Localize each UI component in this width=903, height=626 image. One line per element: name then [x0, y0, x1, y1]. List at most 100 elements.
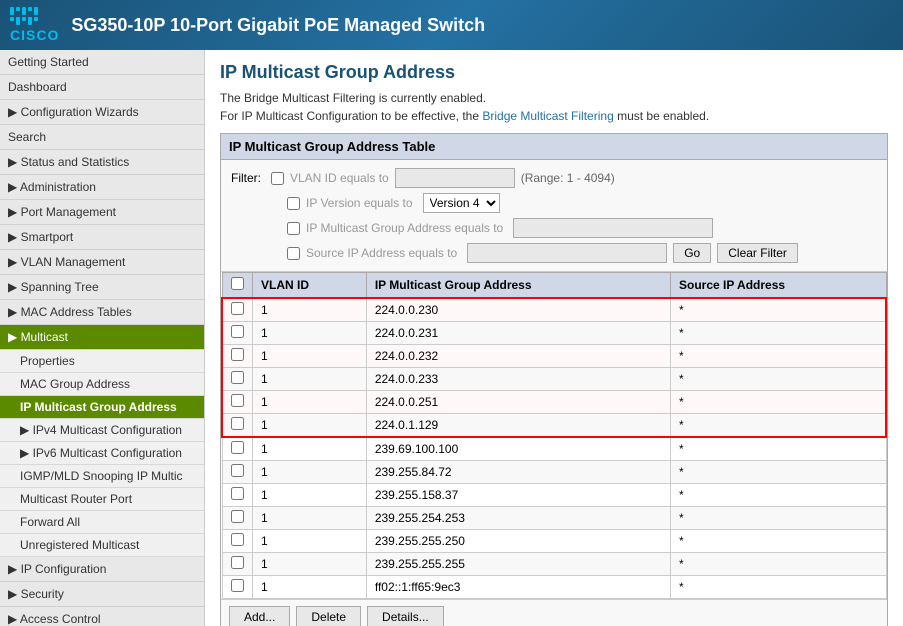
sidebar-item-properties[interactable]: Properties [0, 350, 204, 373]
row-checkbox-cell [222, 345, 253, 368]
row-vlan-id: 1 [253, 414, 367, 438]
sidebar-item-unregistered-multicast[interactable]: Unregistered Multicast [0, 534, 204, 557]
row-checkbox[interactable] [231, 464, 244, 477]
sidebar-item-port-management[interactable]: ▶ Port Management [0, 200, 204, 225]
sidebar-item-administration[interactable]: ▶ Administration [0, 175, 204, 200]
sidebar-item-vlan-management[interactable]: ▶ VLAN Management [0, 250, 204, 275]
ip-version-select[interactable]: Version 4 Version 6 [423, 193, 500, 213]
row-checkbox[interactable] [231, 441, 244, 454]
table-row: 1 239.255.158.37 * [222, 484, 886, 507]
info-pre: For IP Multicast Configuration to be eff… [220, 109, 482, 123]
row-checkbox[interactable] [231, 371, 244, 384]
row-checkbox[interactable] [231, 394, 244, 407]
row-source-ip: * [671, 484, 886, 507]
row-checkbox[interactable] [231, 487, 244, 500]
sidebar-item-ipv6-multicast-config[interactable]: ▶ IPv6 Multicast Configuration [0, 442, 204, 465]
logo-bar [16, 17, 20, 25]
header: CISCO SG350-10P 10-Port Gigabit PoE Mana… [0, 0, 903, 50]
logo-bar [22, 17, 26, 21]
sidebar-item-access-control[interactable]: ▶ Access Control [0, 607, 204, 626]
logo-bar [16, 7, 20, 11]
logo-bar [28, 7, 32, 11]
row-checkbox-cell [222, 391, 253, 414]
row-checkbox[interactable] [231, 556, 244, 569]
row-checkbox[interactable] [231, 348, 244, 361]
cisco-text: CISCO [10, 27, 59, 43]
row-ip-multicast: 239.69.100.100 [366, 437, 670, 461]
go-button[interactable]: Go [673, 243, 711, 263]
header-title: SG350-10P 10-Port Gigabit PoE Managed Sw… [71, 15, 485, 36]
table-row: 1 224.0.0.233 * [222, 368, 886, 391]
info-post: must be enabled. [614, 109, 709, 123]
sidebar-item-multicast-router-port[interactable]: Multicast Router Port [0, 488, 204, 511]
sidebar-item-mac-group-address[interactable]: MAC Group Address [0, 373, 204, 396]
table-section-header: IP Multicast Group Address Table [221, 134, 887, 160]
row-checkbox-cell [222, 576, 253, 599]
logo-bar [34, 17, 38, 21]
row-ip-multicast: 239.255.84.72 [366, 461, 670, 484]
row-checkbox[interactable] [231, 510, 244, 523]
sidebar-item-forward-all[interactable]: Forward All [0, 511, 204, 534]
info-line1: The Bridge Multicast Filtering is curren… [220, 91, 888, 105]
ip-version-filter-checkbox[interactable] [287, 197, 300, 210]
row-checkbox[interactable] [231, 533, 244, 546]
details-button[interactable]: Details... [367, 606, 444, 626]
table-row: 1 224.0.0.230 * [222, 298, 886, 322]
row-vlan-id: 1 [253, 507, 367, 530]
page-title: IP Multicast Group Address [220, 62, 888, 83]
sidebar-item-ip-configuration[interactable]: ▶ IP Configuration [0, 557, 204, 582]
table-header-row: VLAN ID IP Multicast Group Address Sourc… [222, 273, 886, 299]
add-button[interactable]: Add... [229, 606, 290, 626]
sidebar-item-multicast[interactable]: ▶ Multicast [0, 325, 204, 350]
bridge-multicast-link[interactable]: Bridge Multicast Filtering [482, 109, 613, 123]
row-source-ip: * [671, 530, 886, 553]
sidebar-item-smartport[interactable]: ▶ Smartport [0, 225, 204, 250]
row-checkbox[interactable] [231, 325, 244, 338]
row-vlan-id: 1 [253, 391, 367, 414]
sidebar-item-getting-started[interactable]: Getting Started [0, 50, 204, 75]
sidebar-item-security[interactable]: ▶ Security [0, 582, 204, 607]
sidebar-item-config-wizards[interactable]: ▶ Configuration Wizards [0, 100, 204, 125]
row-checkbox[interactable] [231, 417, 244, 430]
sidebar-item-spanning-tree[interactable]: ▶ Spanning Tree [0, 275, 204, 300]
row-ip-multicast: 224.0.0.232 [366, 345, 670, 368]
sidebar-item-status-stats[interactable]: ▶ Status and Statistics [0, 150, 204, 175]
filter-row-ip-multicast: IP Multicast Group Address equals to [231, 218, 877, 238]
ip-multicast-filter-checkbox[interactable] [287, 222, 300, 235]
vlan-filter-checkbox[interactable] [271, 172, 284, 185]
row-checkbox[interactable] [231, 302, 244, 315]
table-row: 1 224.0.1.129 * [222, 414, 886, 438]
row-vlan-id: 1 [253, 553, 367, 576]
vlan-input[interactable] [395, 168, 515, 188]
row-checkbox-cell [222, 461, 253, 484]
header-vlan-id: VLAN ID [253, 273, 367, 299]
info-line2: For IP Multicast Configuration to be eff… [220, 109, 888, 123]
source-ip-filter-checkbox[interactable] [287, 247, 300, 260]
table-row: 1 239.69.100.100 * [222, 437, 886, 461]
sidebar-item-igmp-mld[interactable]: IGMP/MLD Snooping IP Multic [0, 465, 204, 488]
sidebar-item-mac-address-tables[interactable]: ▶ MAC Address Tables [0, 300, 204, 325]
table-row: 1 224.0.0.232 * [222, 345, 886, 368]
row-ip-multicast: 224.0.0.233 [366, 368, 670, 391]
sidebar-item-ipv4-multicast-config[interactable]: ▶ IPv4 Multicast Configuration [0, 419, 204, 442]
clear-filter-button[interactable]: Clear Filter [717, 243, 798, 263]
logo-bar [28, 17, 32, 25]
row-ip-multicast: 224.0.1.129 [366, 414, 670, 438]
row-checkbox-cell [222, 414, 253, 438]
sidebar-item-ip-multicast-group-address[interactable]: IP Multicast Group Address [0, 396, 204, 419]
row-checkbox-cell [222, 530, 253, 553]
ip-multicast-input[interactable] [513, 218, 713, 238]
filter-row-source-ip: Source IP Address equals to Go Clear Fil… [231, 243, 877, 263]
delete-button[interactable]: Delete [296, 606, 361, 626]
row-checkbox[interactable] [231, 579, 244, 592]
logo-bar [10, 17, 14, 21]
select-all-checkbox[interactable] [231, 277, 244, 290]
table-row: 1 224.0.0.251 * [222, 391, 886, 414]
row-ip-multicast: 239.255.158.37 [366, 484, 670, 507]
sidebar-item-dashboard[interactable]: Dashboard [0, 75, 204, 100]
source-ip-input[interactable] [467, 243, 667, 263]
sidebar-item-search[interactable]: Search [0, 125, 204, 150]
row-source-ip: * [671, 507, 886, 530]
cisco-logo: CISCO [10, 7, 59, 43]
source-ip-label: Source IP Address equals to [306, 246, 457, 260]
